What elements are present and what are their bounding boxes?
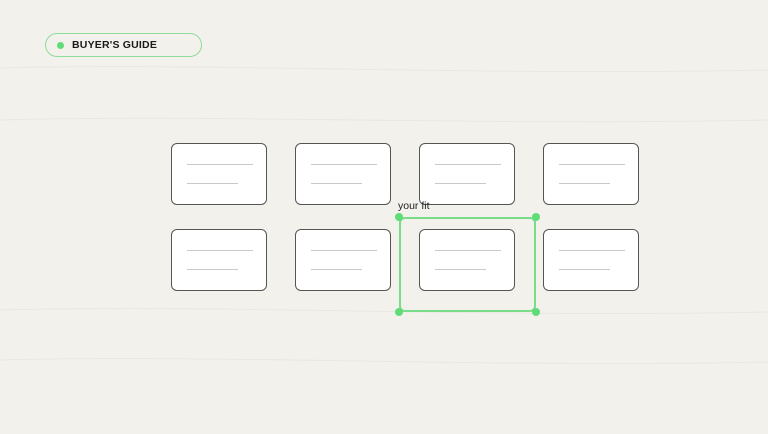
badge-label: BUYER'S GUIDE xyxy=(72,39,158,51)
card-placeholder-line xyxy=(187,250,253,251)
card-placeholder-line xyxy=(187,183,238,184)
card-placeholder-line xyxy=(559,250,625,251)
card-placeholder-line xyxy=(311,183,362,184)
resize-handle-top-right[interactable] xyxy=(532,213,540,221)
selection-frame[interactable] xyxy=(399,217,536,312)
status-dot-icon xyxy=(57,41,64,49)
background-wave-lines xyxy=(0,65,768,365)
card-r1-c4[interactable] xyxy=(543,143,639,205)
card-placeholder-line xyxy=(311,164,377,165)
resize-handle-bottom-left[interactable] xyxy=(395,308,403,316)
card-r1-c3[interactable] xyxy=(419,143,515,205)
selection-label: your fit xyxy=(398,200,430,212)
card-placeholder-line xyxy=(187,164,253,165)
card-r1-c1[interactable] xyxy=(171,143,267,205)
card-r2-c4[interactable] xyxy=(543,229,639,291)
card-placeholder-line xyxy=(311,269,362,270)
card-placeholder-line xyxy=(559,183,610,184)
resize-handle-top-left[interactable] xyxy=(395,213,403,221)
card-r2-c1[interactable] xyxy=(171,229,267,291)
card-placeholder-line xyxy=(311,250,377,251)
card-placeholder-line xyxy=(559,164,625,165)
card-placeholder-line xyxy=(435,183,486,184)
resize-handle-bottom-right[interactable] xyxy=(532,308,540,316)
card-placeholder-line xyxy=(187,269,238,270)
card-placeholder-line xyxy=(435,164,501,165)
buyers-guide-badge: BUYER'S GUIDE xyxy=(45,33,202,57)
card-placeholder-line xyxy=(559,269,610,270)
card-r2-c2[interactable] xyxy=(295,229,391,291)
card-r1-c2[interactable] xyxy=(295,143,391,205)
